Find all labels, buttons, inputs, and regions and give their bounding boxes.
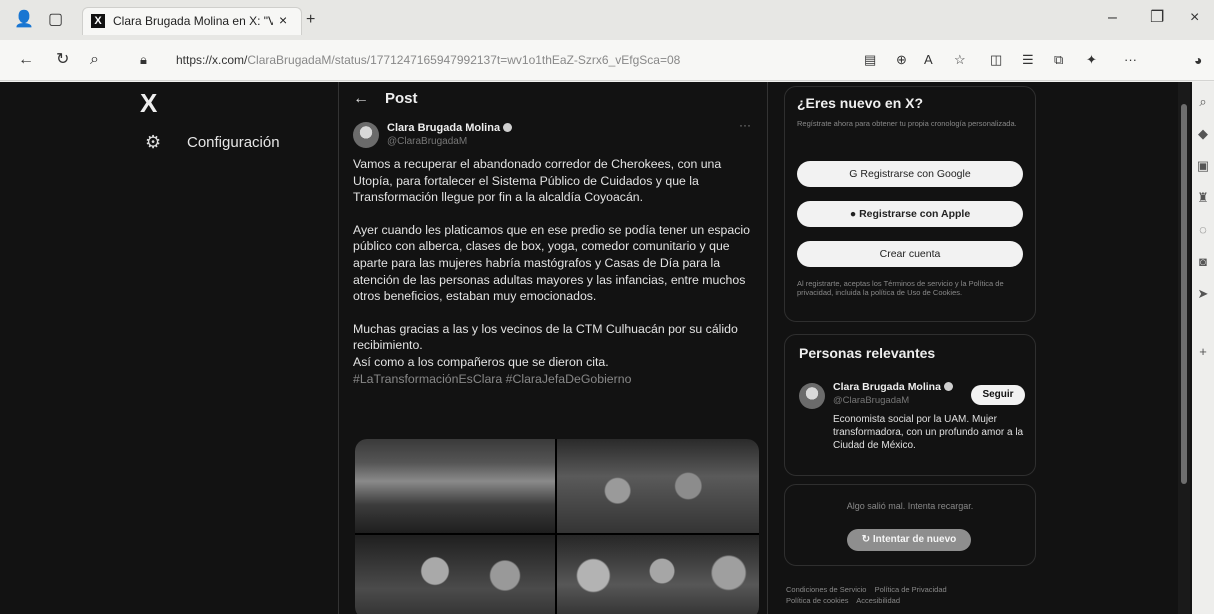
more-icon[interactable]: ··· [1124, 50, 1137, 70]
google-icon: G [849, 168, 861, 180]
author-name[interactable]: Clara Brugada Molina [387, 122, 513, 134]
footer-link[interactable]: Política de Privacidad [875, 585, 947, 594]
read-aloud-icon[interactable]: A [924, 50, 933, 70]
browser-tab-bar: 👤 ▢ X Clara Brugada Molina en X: "Vai × … [0, 0, 1214, 40]
footer-link[interactable]: Política de cookies [786, 596, 849, 605]
error-message: Algo salió mal. Intenta recargar. [846, 501, 974, 511]
tab-close-icon[interactable]: × [279, 12, 287, 28]
google-signup-label: Registrarse con Google [860, 168, 971, 180]
create-account-button[interactable]: Crear cuenta [797, 241, 1023, 267]
favorites-bar-icon[interactable]: ☰ [1022, 50, 1034, 70]
relevant-person-name[interactable]: Clara Brugada Molina [833, 381, 953, 393]
sidebar: X ⚙ Configuración [0, 82, 338, 614]
author-name-text: Clara Brugada Molina [387, 122, 501, 134]
tools-icon[interactable]: ▣ [1194, 158, 1212, 174]
shopping-tag-icon[interactable]: ◆ [1194, 126, 1212, 142]
send-icon[interactable]: ➤ [1194, 286, 1212, 302]
scrollbar-thumb[interactable] [1181, 104, 1187, 484]
author-handle[interactable]: @ClaraBrugadaM [387, 136, 467, 147]
footer-link[interactable]: Condiciones de Servicio [786, 585, 866, 594]
verified-badge-icon [503, 123, 513, 132]
retry-label: Intentar de nuevo [872, 534, 957, 545]
signup-title: ¿Eres nuevo en X? [797, 95, 924, 111]
address-toolbar: ← ↻ ⌕ 🔒︎ https://x.com/ClaraBrugadaM/sta… [0, 40, 1214, 81]
post-photo[interactable] [557, 535, 759, 614]
google-signup-button[interactable]: G Registrarse con Google [797, 161, 1023, 187]
relevant-people-title: Personas relevantes [799, 345, 936, 361]
footer-link[interactable]: Accesibilidad [856, 596, 900, 605]
profile-icon[interactable]: 👤 [14, 10, 34, 30]
tab-actions-icon[interactable]: ▢ [48, 10, 63, 30]
x-logo-icon[interactable]: X [140, 88, 157, 119]
footer-links: Condiciones de Servicio Política de Priv… [786, 584, 1026, 606]
post-paragraph: Ayer cuando les platicamos que en ese pr… [353, 222, 750, 304]
back-arrow-icon[interactable]: ← [353, 90, 369, 108]
post-hashtags[interactable]: #LaTransformaciónEsClara #ClaraJefaDeGob… [353, 371, 757, 388]
circle-icon[interactable]: ◌ [1194, 222, 1212, 237]
avatar[interactable] [353, 122, 379, 148]
favorite-icon[interactable]: ☆ [954, 50, 966, 70]
post-media-grid [355, 439, 759, 614]
collections-icon[interactable]: ⧉ [1054, 50, 1063, 70]
tab-title: Clara Brugada Molina en X: "Vai [113, 14, 273, 28]
url-field[interactable]: https://x.com/ClaraBrugadaM/status/17712… [176, 53, 736, 67]
split-icon[interactable]: ◫ [990, 50, 1002, 70]
refresh-icon: ↻ [861, 534, 873, 545]
refresh-icon[interactable]: ↻ [56, 50, 69, 70]
relevant-people-card: Personas relevantes Clara Brugada Molina… [784, 334, 1036, 476]
x-favicon-icon: X [91, 14, 105, 28]
search-icon[interactable]: ⌕ [1194, 94, 1212, 110]
post-text: Vamos a recuperar el abandonado corredor… [353, 156, 757, 387]
restore-icon[interactable]: ❐ [1150, 8, 1164, 28]
copilot-icon[interactable]: ◕ [1194, 50, 1202, 70]
signup-subtitle: Regístrate ahora para obtener tu propia … [797, 119, 1017, 128]
post-photo[interactable] [355, 439, 555, 533]
post-paragraph: Así como a los compañeros que se dieron … [353, 354, 609, 369]
relevant-person-name-text: Clara Brugada Molina [833, 381, 941, 393]
minimize-icon[interactable]: – [1108, 8, 1117, 28]
error-card: Algo salió mal. Intenta recargar. ↻ Inte… [784, 484, 1036, 566]
apple-icon: ● [849, 208, 860, 220]
outlook-icon[interactable]: ◙ [1194, 254, 1212, 269]
scrollbar[interactable] [1178, 82, 1190, 614]
lock-icon[interactable]: 🔒︎ [140, 50, 147, 70]
zoom-icon[interactable]: ⊕ [896, 50, 907, 70]
signup-legal-text: Al registrarte, aceptas los Términos de … [797, 279, 1004, 297]
retry-button[interactable]: ↻ Intentar de nuevo [847, 529, 971, 551]
apple-signup-label: Registrarse con Apple [859, 208, 971, 220]
back-arrow-icon[interactable]: ← [18, 50, 34, 70]
signup-card: ¿Eres nuevo en X? Regístrate ahora para … [784, 86, 1036, 322]
new-tab-icon[interactable]: + [306, 10, 315, 30]
post-photo[interactable] [355, 535, 555, 614]
post-paragraph: Vamos a recuperar el abandonado corredor… [353, 157, 722, 205]
avatar[interactable] [799, 383, 825, 409]
page-title: Post [385, 90, 418, 107]
post-paragraph: Muchas gracias a las y los vecinos de la… [353, 321, 738, 353]
extensions-icon[interactable]: ✦ [1086, 50, 1097, 70]
browser-tab[interactable]: X Clara Brugada Molina en X: "Vai × [82, 7, 302, 35]
page-viewport: X ⚙ Configuración ← Post Clara Brugada M… [0, 82, 1192, 614]
post-column: ← Post Clara Brugada Molina @ClaraBrugad… [338, 82, 768, 614]
search-icon[interactable]: ⌕ [90, 50, 99, 70]
apple-signup-button[interactable]: ● Registrarse con Apple [797, 201, 1023, 227]
relevant-person-handle[interactable]: @ClaraBrugadaM [833, 395, 909, 406]
relevant-person-bio: Economista social por la UAM. Mujer tran… [833, 414, 1024, 451]
browser-side-dock: ⌕ ◆ ▣ ♜ ◌ ◙ ➤ + [1192, 82, 1214, 614]
post-photo[interactable] [557, 439, 759, 533]
right-column: ¿Eres nuevo en X? Regístrate ahora para … [766, 82, 1178, 614]
gear-icon: ⚙ [145, 132, 162, 152]
sidebar-item-label: Configuración [187, 134, 280, 151]
games-icon[interactable]: ♜ [1194, 190, 1212, 206]
window-close-icon[interactable]: × [1190, 8, 1199, 28]
reader-icon[interactable]: ▤ [864, 50, 876, 70]
more-options-icon[interactable]: ··· [739, 118, 751, 132]
follow-button[interactable]: Seguir [971, 385, 1025, 405]
verified-badge-icon [943, 382, 953, 391]
url-host: https://x.com/ [176, 53, 248, 67]
add-icon[interactable]: + [1194, 344, 1212, 359]
url-path: ClaraBrugadaM/status/1771247165947992137… [247, 53, 681, 67]
